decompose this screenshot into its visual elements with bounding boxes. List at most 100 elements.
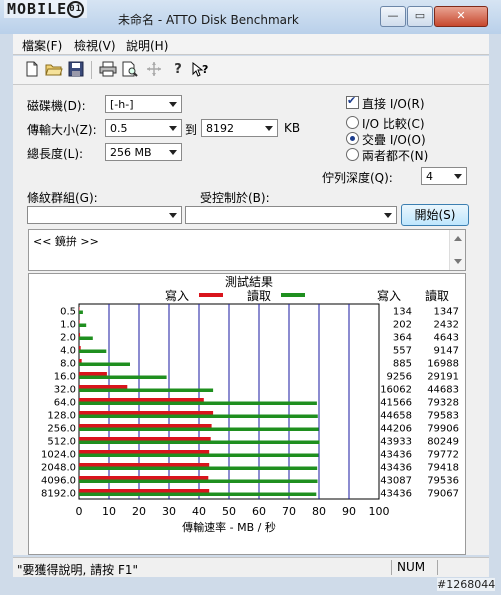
print-preview-icon[interactable] (121, 61, 139, 79)
write-value: 44206 (380, 424, 412, 435)
read-bar (79, 453, 319, 457)
close-button[interactable]: ✕ (434, 6, 488, 27)
write-value: 202 (393, 320, 412, 331)
new-document-icon[interactable] (23, 61, 41, 79)
status-bar: "要獲得說明, 請按 F1" NUM (13, 557, 489, 577)
toolbar-separator (91, 61, 92, 79)
status-text: "要獲得說明, 請按 F1" (17, 563, 139, 577)
transfer-size-to-select[interactable]: 8192 (201, 119, 278, 137)
write-value: 557 (393, 346, 412, 357)
save-icon[interactable] (67, 61, 85, 79)
read-value: 16988 (427, 359, 459, 370)
results-panel: 測試結果 寫入 讀取 寫入 讀取 0.5 134 1347 1.0 202 2432 2.0… (28, 273, 466, 555)
read-value: 29191 (427, 372, 459, 383)
print-icon[interactable] (99, 61, 117, 79)
category-label: 2048.0 (41, 463, 76, 474)
read-value: 80249 (427, 437, 459, 448)
write-value: 44658 (380, 411, 412, 422)
total-length-select[interactable]: 256 MB (105, 143, 182, 161)
stripe-group-select[interactable] (27, 206, 182, 224)
maximize-button[interactable]: ▭ (407, 6, 433, 27)
total-length-value: 256 MB (110, 146, 152, 159)
direct-io-checkbox[interactable] (346, 94, 359, 109)
x-axis-label: 傳輸速率 - MB / 秒 (182, 520, 276, 534)
drive-select[interactable]: [-h-] (105, 95, 182, 113)
write-value: 43933 (380, 437, 412, 448)
read-value: 79583 (427, 411, 459, 422)
x-tick-label: 90 (342, 505, 356, 518)
total-length-label: 總長度(L): (27, 147, 84, 161)
direct-io-label: 直接 I/O(R) (362, 97, 425, 111)
overlapped-io-radio[interactable] (346, 132, 359, 145)
write-bar (79, 411, 214, 415)
neither-label: 兩者都不(N) (362, 149, 429, 163)
status-panel-empty (437, 560, 491, 575)
write-bar (79, 424, 212, 428)
scroll-up-icon[interactable] (454, 236, 462, 241)
open-folder-icon[interactable] (45, 61, 63, 79)
category-label: 0.5 (60, 307, 76, 318)
queue-depth-value: 4 (426, 170, 433, 183)
move-icon[interactable] (145, 61, 163, 79)
category-label: 256.0 (47, 424, 76, 435)
drive-label: 磁碟機(D): (27, 99, 86, 113)
category-label: 32.0 (54, 385, 76, 396)
controlled-by-select[interactable] (185, 206, 397, 224)
category-label: 64.0 (54, 398, 76, 409)
transfer-from-value: 0.5 (110, 122, 128, 135)
io-compare-radio[interactable] (346, 116, 359, 129)
read-bar (79, 414, 318, 418)
write-bar (79, 320, 80, 324)
neither-radio[interactable] (346, 148, 359, 161)
minimize-button[interactable]: — (380, 6, 406, 27)
chevron-down-icon (166, 145, 179, 159)
write-value: 134 (393, 307, 412, 318)
description-text: << 鏡拚 >> (33, 235, 99, 248)
read-value: 79772 (427, 450, 459, 461)
chevron-down-icon (381, 208, 394, 222)
read-value: 79067 (427, 489, 459, 500)
category-label: 4.0 (60, 346, 76, 357)
read-bar (79, 388, 214, 392)
read-value: 79906 (427, 424, 459, 435)
write-value: 885 (393, 359, 412, 370)
menu-help[interactable]: 說明(H) (126, 37, 168, 54)
context-help-icon[interactable]: ? (191, 61, 209, 79)
read-value: 2432 (434, 320, 459, 331)
transfer-to-value: 8192 (206, 122, 234, 135)
read-value: 79418 (427, 463, 459, 474)
menu-view[interactable]: 檢視(V) (74, 37, 116, 54)
write-value: 43087 (380, 476, 412, 487)
write-bar (79, 476, 209, 480)
x-tick-label: 50 (222, 505, 236, 518)
scroll-down-icon[interactable] (454, 259, 462, 264)
menu-file[interactable]: 檔案(F) (22, 37, 62, 54)
description-scrollbar[interactable] (449, 230, 465, 270)
x-tick-label: 20 (132, 505, 146, 518)
x-tick-label: 10 (102, 505, 116, 518)
read-value: 9147 (434, 346, 459, 357)
chevron-down-icon (262, 121, 275, 135)
read-bar (79, 479, 318, 483)
write-bar (79, 489, 210, 493)
category-label: 8.0 (60, 359, 76, 370)
read-value: 1347 (434, 307, 459, 318)
queue-depth-select[interactable]: 4 (421, 167, 467, 185)
help-icon[interactable]: ? (169, 61, 187, 79)
overlapped-io-label: 交疊 I/O(O) (362, 133, 426, 147)
transfer-size-from-select[interactable]: 0.5 (105, 119, 182, 137)
read-bar (79, 362, 130, 366)
chevron-down-icon (166, 97, 179, 111)
x-tick-label: 80 (312, 505, 326, 518)
read-bar (79, 323, 87, 327)
title-bar: MOBILE 01 未命名 - ATTO Disk Benchmark — ▭ ✕ (0, 0, 501, 34)
read-bar (79, 427, 319, 431)
write-bar (79, 385, 128, 389)
category-label: 128.0 (47, 411, 76, 422)
category-label: 1.0 (60, 320, 76, 331)
benchmark-chart: 0.5 134 1347 1.0 202 2432 2.0 364 4643 4.0 557 9147… (41, 303, 459, 534)
start-button[interactable]: 開始(S) (401, 204, 469, 226)
read-bar (79, 310, 83, 314)
transfer-size-label: 傳輸大小(Z): (27, 123, 97, 137)
description-textarea[interactable]: << 鏡拚 >> (28, 229, 466, 271)
